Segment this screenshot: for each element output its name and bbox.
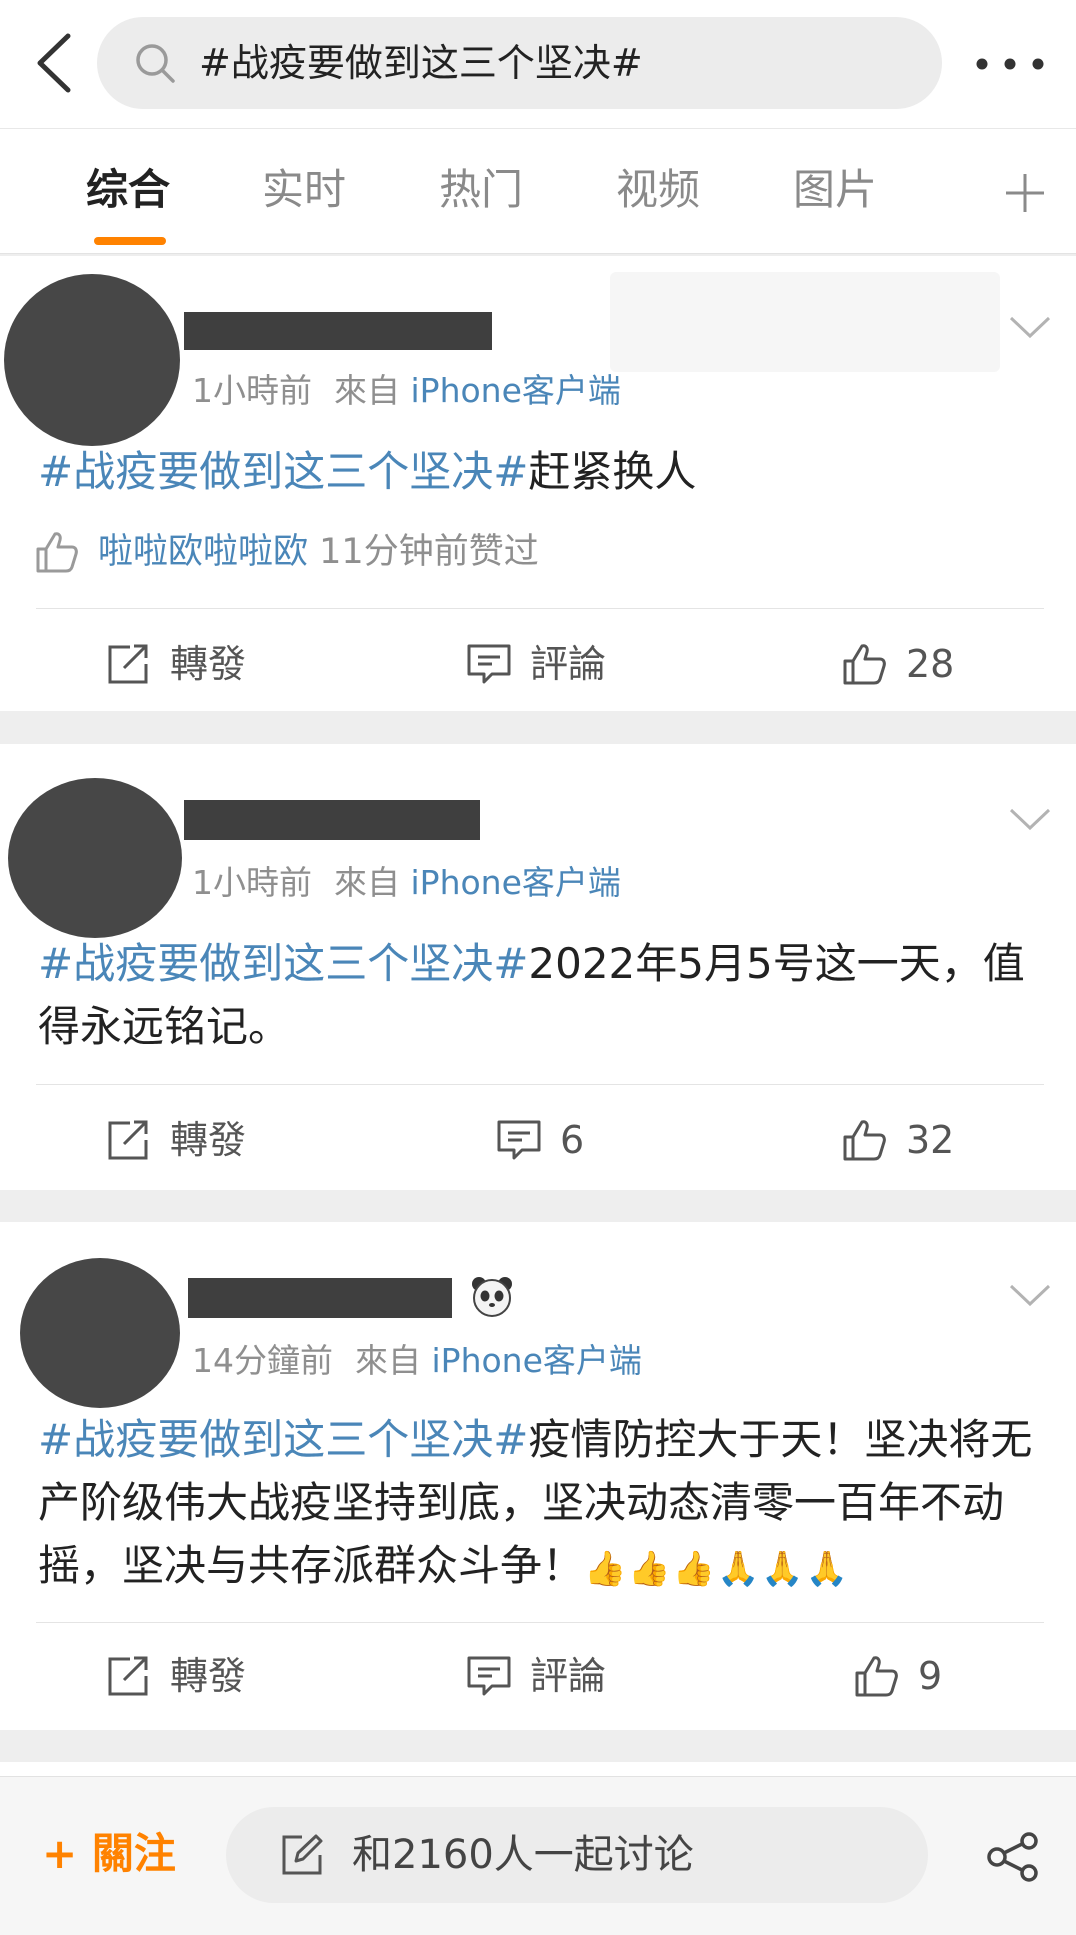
avatar[interactable] — [4, 274, 180, 446]
hashtag-link[interactable]: #战疫要做到这三个坚决# — [38, 939, 528, 988]
post-card: 14分鐘前 來自 iPhone客户端 #战疫要做到这三个坚决#疫情防控大于天！坚决… — [0, 1222, 1076, 1730]
chevron-down-icon[interactable] — [1008, 1282, 1052, 1308]
tab-hot[interactable]: 热门 — [439, 163, 523, 217]
post-time: 14分鐘前 — [192, 1341, 333, 1380]
chevron-down-icon[interactable] — [1008, 806, 1052, 832]
search-icon — [136, 44, 175, 83]
divider — [36, 608, 1044, 609]
hashtag-link[interactable]: #战疫要做到这三个坚决# — [38, 1415, 528, 1464]
active-tab-indicator — [94, 237, 166, 245]
tab-video[interactable]: 视频 — [616, 163, 700, 217]
like-count: 32 — [906, 1118, 955, 1162]
repost-label: 轉發 — [170, 642, 247, 686]
comment-button[interactable]: 評論 — [466, 1648, 666, 1704]
post-text: #战疫要做到这三个坚决#疫情防控大于天！坚决将无产阶级伟大战疫坚持到底，坚决动态… — [38, 1408, 1048, 1601]
discuss-label: 和2160人一起讨论 — [352, 1832, 694, 1878]
tab-images[interactable]: 图片 — [793, 163, 877, 217]
post-text: #战疫要做到这三个坚决#赶紧换人 — [38, 440, 1048, 503]
avatar[interactable] — [8, 778, 182, 938]
post-meta: 1小時前 來自 iPhone客户端 — [192, 862, 621, 904]
like-button[interactable]: 9 — [854, 1648, 974, 1704]
divider — [36, 1622, 1044, 1623]
chevron-down-icon[interactable] — [1008, 314, 1052, 340]
post-card-partial — [0, 1762, 1076, 1776]
tab-comprehensive[interactable]: 综合 — [86, 163, 170, 217]
avatar[interactable] — [20, 1258, 180, 1408]
more-options-icon[interactable] — [970, 44, 1050, 84]
post-source[interactable]: iPhone客户端 — [411, 863, 621, 902]
comment-label: 評論 — [530, 642, 607, 686]
post-source[interactable]: iPhone客户端 — [432, 1341, 642, 1380]
blurred-badge-area — [610, 272, 1000, 372]
post-text: #战疫要做到这三个坚决#2022年5月5号这一天，值得永远铭记。 — [38, 932, 1048, 1058]
emoji-reactions: 👍👍👍🙏🙏🙏 — [584, 1549, 851, 1589]
like-icon — [843, 1120, 886, 1161]
repost-label: 轉發 — [170, 1654, 247, 1698]
like-button[interactable]: 28 — [842, 636, 982, 692]
follow-button[interactable]: + 關注 — [42, 1827, 176, 1881]
panda-emoji-icon — [472, 1277, 512, 1317]
repost-icon — [108, 1120, 148, 1160]
liked-by-row: 啦啦欧啦啦欧 11分钟前赞过 — [34, 530, 539, 574]
post-card: 1小時前 來自 iPhone客户端 #战疫要做到这三个坚决#赶紧换人 啦啦欧啦啦欧… — [0, 256, 1076, 711]
like-count: 9 — [918, 1654, 943, 1698]
like-icon — [843, 644, 886, 685]
repost-button[interactable]: 轉發 — [106, 636, 306, 692]
post-meta: 14分鐘前 來自 iPhone客户端 — [192, 1340, 642, 1382]
divider — [36, 1084, 1044, 1085]
source-prefix: 來自 — [334, 371, 400, 410]
tab-realtime[interactable]: 实时 — [262, 163, 346, 217]
edit-icon — [282, 1834, 323, 1875]
post-card: 1小時前 來自 iPhone客户端 #战疫要做到这三个坚决#2022年5月5号这一… — [0, 744, 1076, 1190]
post-time: 1小時前 — [192, 863, 312, 902]
repost-label: 轉發 — [170, 1118, 247, 1162]
add-tab-icon[interactable] — [1003, 171, 1047, 215]
username-redacted[interactable] — [188, 1278, 452, 1318]
top-bar: #战疫要做到这三个坚决# — [0, 0, 1076, 128]
source-prefix: 來自 — [355, 1341, 421, 1380]
repost-button[interactable]: 轉發 — [106, 1112, 306, 1168]
comment-icon — [467, 644, 511, 684]
search-query: #战疫要做到这三个坚决# — [199, 41, 643, 85]
thumbs-up-icon — [36, 532, 78, 573]
comment-icon — [467, 1656, 511, 1696]
like-icon — [855, 1656, 898, 1697]
post-time: 1小時前 — [192, 371, 312, 410]
filter-tabs: 综合 实时 热门 视频 图片 — [0, 128, 1076, 254]
repost-icon — [108, 1656, 148, 1696]
share-icon[interactable] — [985, 1831, 1041, 1883]
username-redacted[interactable] — [184, 800, 480, 840]
username-redacted[interactable] — [184, 312, 492, 350]
post-meta: 1小時前 來自 iPhone客户端 — [192, 370, 621, 412]
comment-label: 評論 — [530, 1654, 607, 1698]
bottom-bar: + 關注 和2160人一起讨论 — [0, 1776, 1076, 1935]
hashtag-link[interactable]: #战疫要做到这三个坚决# — [38, 447, 528, 496]
like-count: 28 — [906, 642, 955, 686]
repost-button[interactable]: 轉發 — [106, 1648, 306, 1704]
comment-count: 6 — [560, 1118, 585, 1162]
search-bar[interactable]: #战疫要做到这三个坚决# — [97, 17, 942, 109]
back-arrow-icon[interactable] — [28, 28, 88, 98]
liked-by-time: 11分钟前赞过 — [319, 532, 539, 572]
repost-icon — [108, 644, 148, 684]
like-button[interactable]: 32 — [842, 1112, 982, 1168]
source-prefix: 來自 — [334, 863, 400, 902]
post-body: 赶紧换人 — [528, 447, 697, 496]
comment-icon — [497, 1120, 541, 1160]
discuss-input[interactable]: 和2160人一起讨论 — [226, 1807, 928, 1903]
comment-button[interactable]: 6 — [496, 1112, 636, 1168]
post-source[interactable]: iPhone客户端 — [411, 371, 621, 410]
liked-by-user[interactable]: 啦啦欧啦啦欧 — [98, 532, 308, 572]
comment-button[interactable]: 評論 — [466, 636, 666, 692]
